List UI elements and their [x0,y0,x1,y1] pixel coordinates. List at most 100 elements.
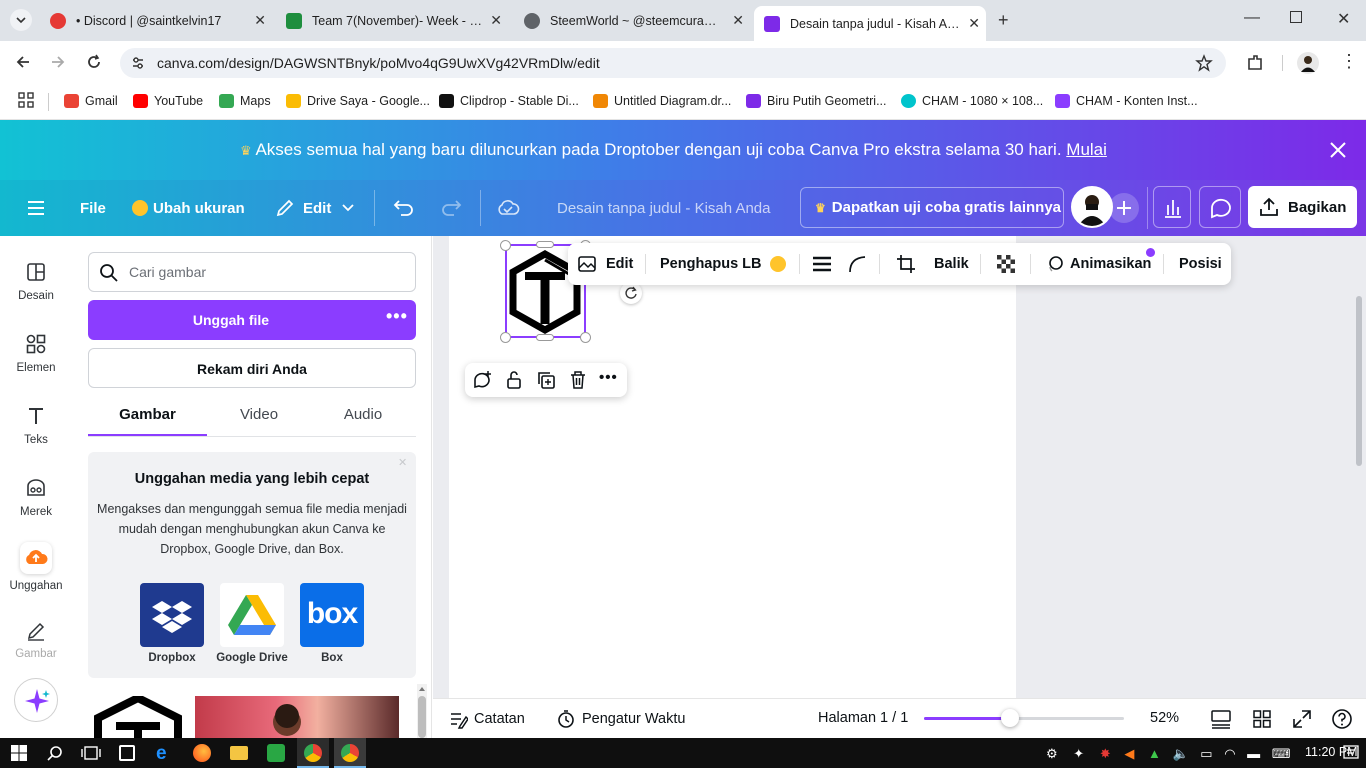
comments-button[interactable] [1199,186,1241,228]
rail-item-uploads-active[interactable]: Unggahan [0,542,72,592]
bookmark-youtube[interactable]: YouTube [133,92,203,110]
rail-item-design[interactable]: Desain [0,260,72,302]
tab-search-button[interactable] [10,9,32,31]
dropbox-connect-button[interactable] [140,583,204,647]
tray-app-icon[interactable]: ⚙ [1046,746,1058,761]
tab-images[interactable]: Gambar [88,406,207,436]
zoom-level-button[interactable]: 52% [1150,710,1179,726]
flip-button[interactable]: Balik [934,243,969,285]
google-drive-connect-button[interactable] [220,583,284,647]
tray-nvidia-icon[interactable]: ▲ [1148,746,1161,761]
close-tab-icon[interactable]: ✕ [490,12,502,29]
tab-sheets[interactable]: Team 7(November)- Week - 2 - ✕ [276,6,508,35]
extensions-icon[interactable] [1245,53,1265,73]
grid-view-icon[interactable] [1251,708,1273,730]
uploaded-image-photo[interactable] [195,696,399,738]
close-tab-icon[interactable]: ✕ [968,15,980,32]
page-indicator-button[interactable]: Halaman 1 / 1 [818,710,908,726]
comment-add-icon[interactable] [471,369,493,391]
chat-icon[interactable]: ▬ [1247,746,1260,761]
page-view-icon[interactable] [1210,708,1232,730]
user-avatar[interactable] [1071,186,1113,228]
undo-icon[interactable] [393,198,415,218]
file-explorer-icon[interactable] [230,746,248,760]
profile-avatar[interactable] [1297,52,1319,74]
cloud-saved-icon[interactable] [496,197,520,219]
position-button[interactable]: Posisi [1179,243,1222,285]
tray-warning-icon[interactable]: ◀ [1124,746,1134,761]
resize-handle-bottom-left[interactable] [500,332,511,343]
box-connect-button[interactable]: box [300,583,364,647]
animate-button[interactable]: Animasikan [1044,243,1151,285]
bookmark-biru-putih[interactable]: Biru Putih Geometri... [746,92,887,110]
file-menu-button[interactable]: File [80,180,106,236]
windows-start-icon[interactable] [11,745,27,761]
chrome-taskbar-button-active[interactable] [334,738,366,768]
banner-start-link[interactable]: Mulai [1066,140,1107,159]
background-remover-button[interactable]: Penghapus LB [660,243,786,285]
bookmark-drawio[interactable]: Untitled Diagram.dr... [593,92,731,110]
fullscreen-icon[interactable] [1291,708,1313,730]
chrome-taskbar-button[interactable] [297,738,329,768]
bookmark-maps[interactable]: Maps [219,92,271,110]
bookmark-star-icon[interactable] [1195,54,1213,72]
tab-canva-active[interactable]: Desain tanpa judul - Kisah Anda ✕ [754,6,986,41]
magic-assistant-button[interactable] [14,678,58,722]
new-tab-button[interactable]: + [998,10,1009,31]
unlock-icon[interactable] [503,369,525,391]
store-icon[interactable] [119,745,135,761]
design-page[interactable]: ••• Edit Penghapus LB Balik Animasikan P… [449,236,1231,698]
bookmark-clipdrop[interactable]: Clipdrop - Stable Di... [439,92,579,110]
tray-app-icon[interactable]: ✸ [1100,746,1111,761]
battery-icon[interactable]: ▭ [1200,746,1212,761]
browser-menu-button[interactable]: ⋮ [1340,52,1358,70]
reload-button[interactable] [85,53,103,71]
rail-item-text[interactable]: Teks [0,404,72,446]
transparency-icon[interactable] [995,253,1017,275]
tab-audio[interactable]: Audio [311,406,415,436]
bookmark-cham-1080[interactable]: CHAM - 1080 × 108... [901,92,1043,110]
resize-handle-bottom[interactable] [536,334,554,341]
panel-scrollbar[interactable] [417,684,427,738]
record-yourself-button[interactable]: Rekam diri Anda [88,348,416,388]
resize-handle-bottom-right[interactable] [580,332,591,343]
bookmark-drive[interactable]: Drive Saya - Google... [286,92,430,110]
tray-icons[interactable]: ⚙ ✦ ✸ ◀ ▲ 🔈 ▭ ◠ ▬ ⌨ [1046,746,1291,762]
tray-app-icon[interactable]: ✦ [1073,746,1084,761]
timer-button[interactable]: Pengatur Waktu [556,708,685,730]
border-style-icon[interactable] [811,254,833,274]
bookmark-cham-konten[interactable]: CHAM - Konten Inst... [1055,92,1198,110]
tab-video[interactable]: Video [207,406,311,436]
notifications-icon[interactable] [1342,744,1360,762]
close-card-icon[interactable]: ✕ [398,456,407,469]
back-button[interactable] [14,53,32,71]
redo-icon[interactable] [440,198,462,218]
edit-image-button[interactable]: Edit [576,243,633,285]
scrollbar-thumb[interactable] [418,696,426,738]
crop-icon[interactable] [895,253,917,275]
volume-icon[interactable]: 🔈 [1172,746,1188,761]
edge-icon[interactable]: e [156,743,167,765]
forward-button[interactable] [49,53,67,71]
task-view-icon[interactable] [81,744,101,762]
keyboard-icon[interactable]: ⌨ [1272,746,1291,761]
corner-rounding-icon[interactable] [847,254,869,274]
rotate-handle[interactable] [620,282,642,304]
resize-handle-top-left[interactable] [500,240,511,251]
app-green-icon[interactable] [267,744,285,762]
add-collaborator-button[interactable] [1109,193,1139,223]
zoom-slider-thumb[interactable] [1001,709,1019,727]
uploaded-image-logo[interactable] [88,696,188,738]
share-button[interactable]: Bagikan [1248,186,1357,228]
scroll-up-icon[interactable] [418,685,426,693]
bookmark-gmail[interactable]: Gmail [64,92,118,110]
rail-item-elements[interactable]: Elemen [0,332,72,374]
close-tab-icon[interactable]: ✕ [254,12,266,29]
restore-button[interactable] [1290,11,1302,23]
tab-discord[interactable]: • Discord | @saintkelvin17 ✕ [40,6,272,35]
search-images-input[interactable]: Cari gambar [88,252,416,292]
more-actions-icon[interactable]: ••• [599,369,618,386]
minimize-button[interactable]: — [1244,9,1260,27]
address-bar[interactable]: canva.com/design/DAGWSNTBnyk/poMvo4qG9Uw… [120,48,1226,78]
duplicate-icon[interactable] [535,369,557,391]
